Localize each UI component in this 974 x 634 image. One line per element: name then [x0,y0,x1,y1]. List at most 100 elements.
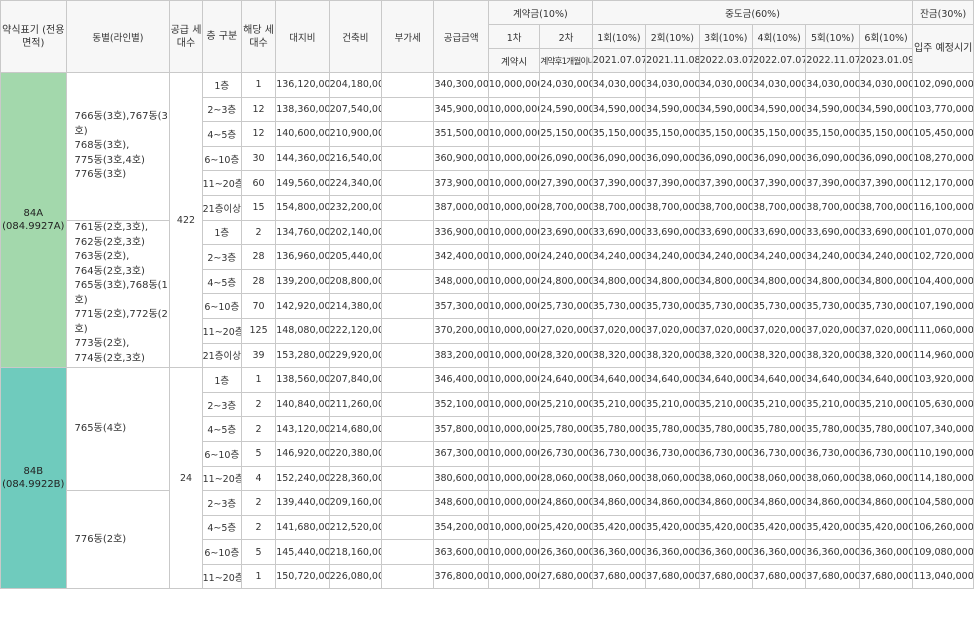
count-cell: 2 [240,391,277,418]
mid1-cell: 38,320,000 [591,342,647,369]
land-cell: 141,680,000 [275,514,330,541]
mid3-cell: 38,060,000 [698,465,754,492]
mid3-cell: 36,360,000 [698,539,754,565]
mid2-cell: 38,320,000 [645,342,700,369]
mid5-cell: 35,210,000 [805,391,860,418]
mid5-cell: 34,640,000 [805,367,860,393]
building-cost-cell: 212,520,000 [328,514,383,541]
mid2-cell: 36,360,000 [645,539,700,565]
mid4-cell: 34,030,000 [751,72,807,98]
building-cost-cell: 210,900,000 [328,121,383,147]
mid2-cell: 36,090,000 [645,145,700,172]
balance-cell: 102,090,000 [912,72,974,98]
contract1-cell: 10,000,000 [487,121,541,147]
building-cost-cell: 229,920,000 [328,342,383,369]
mid6-cell: 38,700,000 [858,194,914,221]
contract2-cell: 27,680,000 [539,563,593,590]
supply-cell: 342,400,000 [433,244,489,270]
mid6-cell: 34,030,000 [858,72,914,98]
header-contract: 계약금(10%) [487,0,593,25]
floor-cell: 1층 [201,72,242,98]
balance-cell: 102,720,000 [912,244,974,270]
balance-cell: 112,170,000 [912,170,974,196]
mid5-cell: 37,020,000 [805,317,860,344]
balance-cell: 110,190,000 [912,440,974,467]
units-cell: 24 [169,367,203,590]
contract2-cell: 28,700,000 [539,194,593,221]
mid5-cell: 35,780,000 [805,416,860,442]
mid2-cell: 35,210,000 [645,391,700,418]
count-cell: 28 [240,244,277,270]
contract2-cell: 24,800,000 [539,268,593,295]
count-cell: 30 [240,145,277,172]
floor-cell: 6~10층 [201,539,242,565]
mid5-cell: 38,320,000 [805,342,860,369]
balance-cell: 111,060,000 [912,317,974,344]
building-cost-cell: 204,180,000 [328,72,383,98]
mid2-cell: 34,860,000 [645,490,700,516]
mid4-cell: 35,210,000 [751,391,807,418]
contract1-cell: 10,000,000 [487,317,541,344]
mid3-cell: 38,320,000 [698,342,754,369]
mid6-cell: 34,800,000 [858,268,914,295]
balance-cell: 109,080,000 [912,539,974,565]
vat-cell [381,96,435,123]
mid2-cell: 34,640,000 [645,367,700,393]
count-cell: 5 [240,539,277,565]
vat-cell [381,465,435,492]
building-cost-cell: 224,340,000 [328,170,383,196]
contract1-cell: 10,000,000 [487,465,541,492]
mid3-cell: 36,090,000 [698,145,754,172]
floor-cell: 6~10층 [201,145,242,172]
balance-cell: 104,580,000 [912,490,974,516]
mid3-cell: 35,150,000 [698,121,754,147]
mid5-cell: 36,090,000 [805,145,860,172]
floor-cell: 1층 [201,219,242,246]
contract2-cell: 24,030,000 [539,72,593,98]
mid6-cell: 35,210,000 [858,391,914,418]
land-cell: 138,360,000 [275,96,330,123]
balance-cell: 113,040,000 [912,563,974,590]
mid1-cell: 35,150,000 [591,121,647,147]
building-cost-cell: 214,380,000 [328,293,383,319]
mid4-cell: 36,360,000 [751,539,807,565]
balance-cell: 106,260,000 [912,514,974,541]
mid5-cell: 36,730,000 [805,440,860,467]
contract2-cell: 25,420,000 [539,514,593,541]
mid4-cell: 35,150,000 [751,121,807,147]
vat-cell [381,317,435,344]
mid2-cell: 35,730,000 [645,293,700,319]
mid3-cell: 37,390,000 [698,170,754,196]
mid2-cell: 34,240,000 [645,244,700,270]
header-middle: 중도금(60%) [591,0,914,25]
mid3-cell: 35,780,000 [698,416,754,442]
land-cell: 136,120,000 [275,72,330,98]
table-row: 761동(2호,3호), 762동(2호,3호) 763동(2호), 764동(2호,… [1,219,974,369]
mid2-cell: 34,590,000 [645,96,700,123]
mid4-cell: 35,780,000 [751,416,807,442]
count-cell: 60 [240,170,277,196]
mid6-cell: 35,150,000 [858,121,914,147]
balance-cell: 103,770,000 [912,96,974,123]
contract1-cell: 10,000,000 [487,342,541,369]
mid1-cell: 37,390,000 [591,170,647,196]
floor-cell: 1층 [201,367,242,393]
mid5-cell: 35,730,000 [805,293,860,319]
vat-cell [381,244,435,270]
land-cell: 145,440,000 [275,539,330,565]
table-row: 84A (084.9927A) 766동(3호),767동(3호) 768동(3호),… [0,71,974,369]
floor-cell: 4~5층 [201,514,242,541]
mid4-cell: 34,590,000 [751,96,807,123]
contract2-cell: 24,240,000 [539,244,593,270]
mid5-cell: 34,860,000 [805,490,860,516]
header-mid-date: 2021.11.08 [645,48,700,73]
vat-cell [381,342,435,369]
contract1-cell: 10,000,000 [487,72,541,98]
supply-cell: 346,400,000 [433,367,489,393]
vat-cell [381,514,435,541]
mid1-cell: 34,240,000 [591,244,647,270]
building-cost-cell: 209,160,000 [328,490,383,516]
supply-cell: 336,900,000 [433,219,489,246]
contract2-cell: 25,730,000 [539,293,593,319]
contract2-cell: 25,780,000 [539,416,593,442]
